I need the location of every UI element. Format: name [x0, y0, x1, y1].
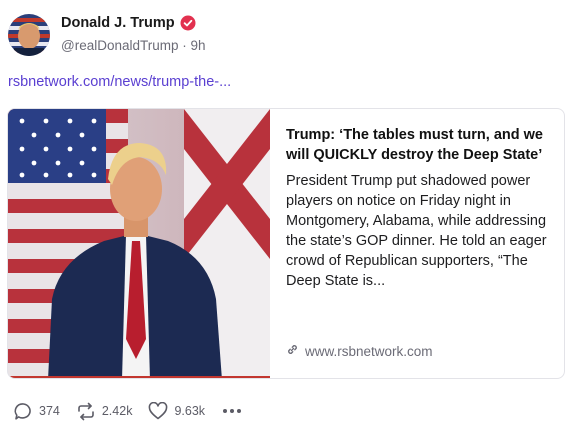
card-image[interactable]: [8, 109, 270, 378]
link-preview-card[interactable]: Trump: ‘The tables must turn, and we wil…: [7, 108, 565, 379]
action-bar: 374 2.42k 9.63k: [14, 400, 242, 422]
truth-post: Donald J. Trump @realDonaldTrump · 9h rs…: [0, 0, 576, 424]
repost-count: 2.42k: [101, 404, 133, 418]
more-dots-icon[interactable]: [223, 409, 242, 413]
reply-count: 374: [39, 404, 60, 418]
card-title[interactable]: Trump: ‘The tables must turn, and we wil…: [286, 125, 552, 165]
author-name-row: Donald J. Trump: [61, 15, 196, 31]
meta-separator: ·: [182, 38, 187, 53]
post-link[interactable]: rsbnetwork.com/news/trump-the-...: [8, 74, 231, 90]
chain-link-icon: [286, 343, 299, 359]
card-description: President Trump put shadowed power playe…: [286, 173, 547, 289]
author-meta: @realDonaldTrump · 9h: [61, 38, 206, 53]
like-count: 9.63k: [174, 404, 206, 418]
post-time[interactable]: 9h: [191, 38, 206, 53]
repost-button[interactable]: 2.42k: [76, 402, 133, 421]
avatar[interactable]: [8, 14, 50, 56]
heart-icon: [148, 402, 168, 420]
card-domain-text: www.rsbnetwork.com: [305, 343, 433, 359]
speech-bubble-icon: [14, 402, 33, 421]
verified-badge-icon: [180, 15, 196, 31]
author-name[interactable]: Donald J. Trump: [61, 15, 175, 31]
card-domain[interactable]: www.rsbnetwork.com: [286, 343, 433, 359]
author-handle[interactable]: @realDonaldTrump: [61, 38, 179, 53]
like-button[interactable]: 9.63k: [148, 402, 205, 420]
repost-arrows-icon: [76, 402, 96, 421]
reply-button[interactable]: 374: [14, 402, 60, 421]
card-body: Trump: ‘The tables must turn, and we wil…: [286, 125, 552, 291]
